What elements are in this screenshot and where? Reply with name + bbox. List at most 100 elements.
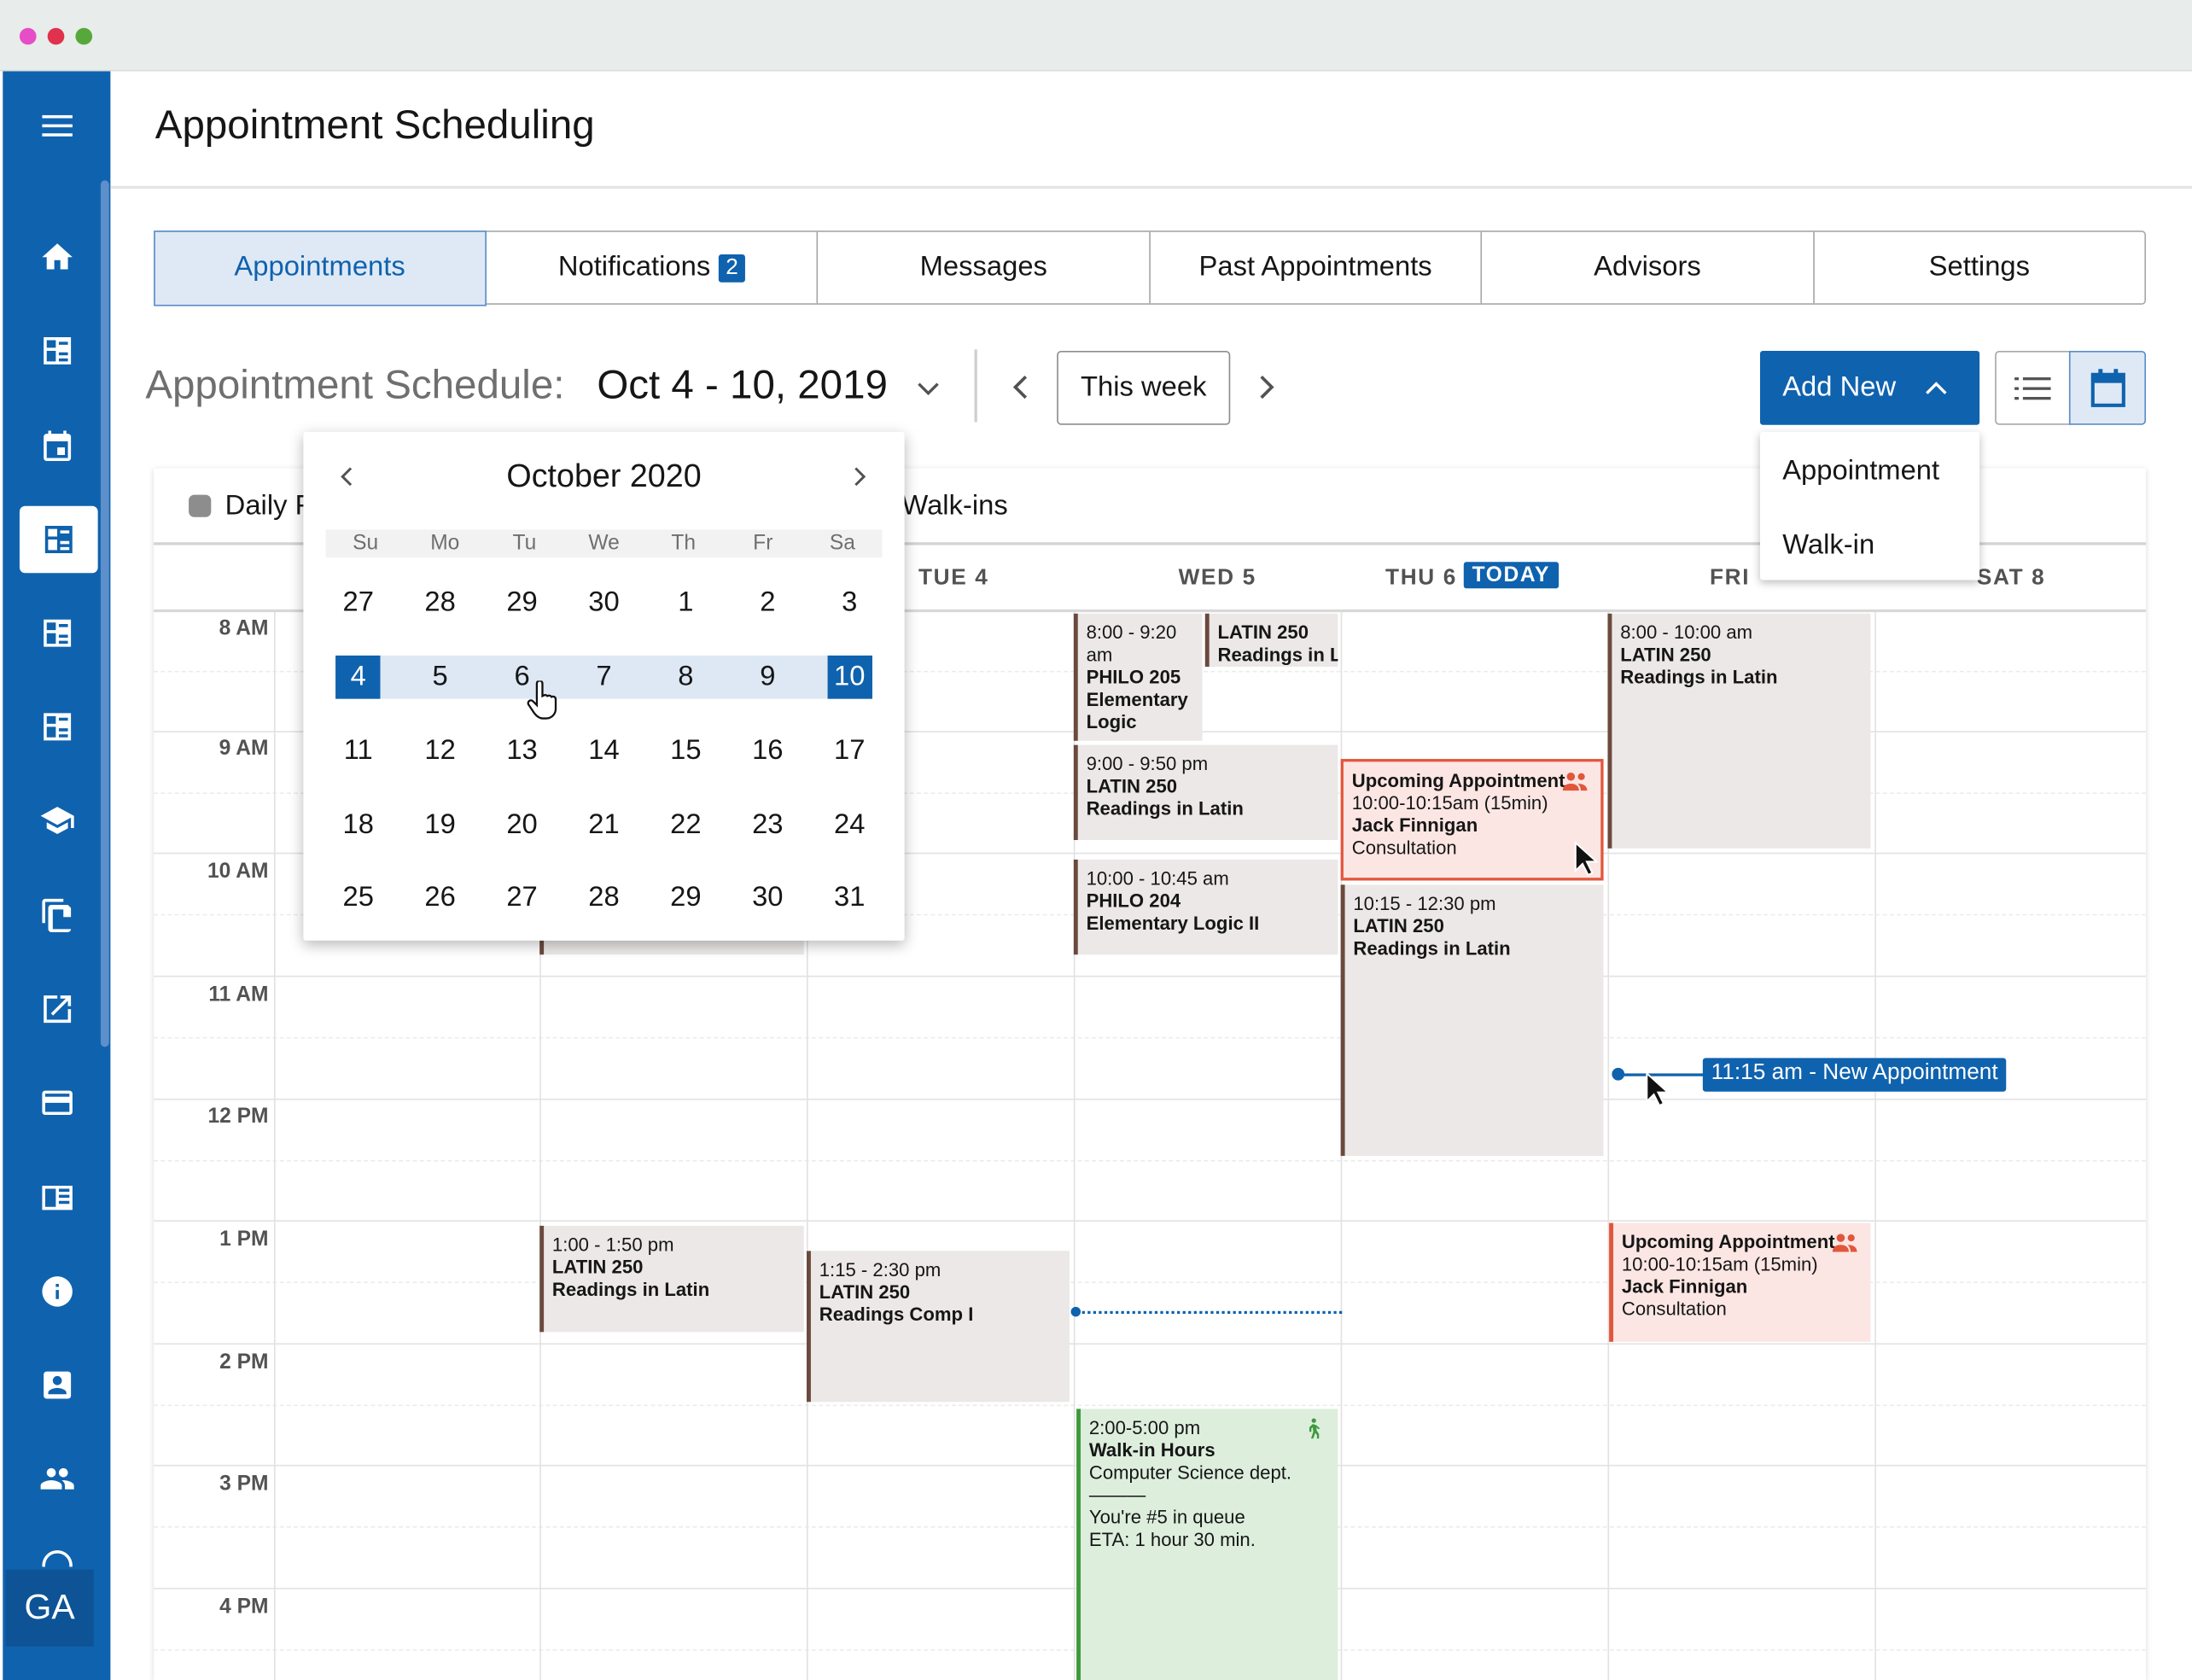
date-cell[interactable]: 22 [644,800,726,850]
event-fri-upcoming-appointment[interactable]: Upcoming Appointment 10:00-10:15am (15mi… [1609,1222,1871,1342]
date-cell[interactable]: 17 [808,726,890,776]
tab-messages[interactable]: Messages [819,231,1151,304]
date-cell[interactable]: 20 [481,800,563,850]
maximize-window-button[interactable] [75,27,93,45]
date-cell[interactable]: 1 [644,577,726,627]
date-cell[interactable]: 27 [481,872,563,923]
event-wed-philo204[interactable]: 10:00 - 10:45 am PHILO 204 Elementary Lo… [1073,859,1338,955]
event-wed-walkin-hours[interactable]: 2:00-5:00 pm Walk-in Hours Computer Scie… [1076,1409,1338,1680]
date-cell[interactable]: 2 [726,577,808,627]
graduation-cap-icon[interactable] [3,792,110,848]
chevron-left-icon[interactable] [337,465,357,487]
day-header-thu[interactable]: THU 6 [1385,566,1457,591]
date-cell[interactable]: 23 [726,800,808,850]
event-thu-latin250[interactable]: 10:15 - 12:30 pm LATIN 250 Readings in L… [1340,884,1604,1157]
date-cell[interactable]: 25 [318,872,399,923]
tab-past-appointments[interactable]: Past Appointments [1151,231,1483,304]
calendar-icon[interactable] [3,418,110,474]
event-tue-latin250[interactable]: 1:15 - 2:30 pm LATIN 250 Readings Comp I [807,1251,1070,1403]
date-cell[interactable]: 14 [563,726,645,776]
book-icon[interactable] [3,1170,110,1225]
date-cell[interactable]: 19 [399,800,481,850]
date-picker-week: 27 28 29 30 1 2 3 [318,577,890,627]
sidebar-item-appointments[interactable] [19,505,98,574]
event-wed-philo205[interactable]: 8:00 - 9:20 am PHILO 205 Elementary Logi… [1073,613,1203,741]
contact-card-icon[interactable] [3,1357,110,1413]
info-icon[interactable] [3,1263,110,1319]
date-cell[interactable]: 12 [399,726,481,776]
event-title: Readings in Latin [1620,666,1778,688]
date-cell[interactable]: 15 [644,726,726,776]
event-fri-latin250[interactable]: 8:00 - 10:00 am LATIN 250 Readings in La… [1607,613,1871,849]
avatar[interactable]: GA [5,1569,94,1647]
date-cell[interactable]: 30 [563,577,645,627]
date-cell[interactable]: 26 [399,872,481,923]
event-wed-latin250-short[interactable]: LATIN 250 Readings in L [1204,613,1338,667]
day-header-fri[interactable]: FRI [1710,566,1750,591]
day-header-wed[interactable]: WED 5 [1179,566,1256,591]
help-icon[interactable] [3,1547,110,1567]
menu-icon[interactable] [3,98,110,154]
date-range-selector[interactable]: Oct 4 - 10, 2019 [597,364,888,410]
dashboard-icon[interactable] [3,323,110,378]
chevron-right-icon[interactable] [850,465,870,487]
minimize-window-button[interactable] [47,27,65,45]
date-cell[interactable]: 27 [318,577,399,627]
legend-walkins[interactable]: Walk-ins [901,491,1007,523]
dashboard-icon[interactable] [3,605,110,661]
date-cell[interactable]: 6 [481,651,563,702]
tab-advisors[interactable]: Advisors [1482,231,1815,304]
documents-icon[interactable] [3,888,110,943]
sidebar-scrollbar[interactable] [100,180,109,1047]
credit-card-icon[interactable] [3,1075,110,1130]
date-cell[interactable]: 10 [808,651,890,702]
date-cell[interactable]: 9 [726,651,808,702]
date-label: 12 [424,734,456,766]
date-cell[interactable]: 13 [481,726,563,776]
event-course: LATIN 250 [1620,644,1711,666]
list-view-button[interactable] [1995,350,2071,425]
new-appointment-label[interactable]: 11:15 am - New Appointment [1702,1058,2007,1092]
grid-line [154,1343,2147,1345]
menu-item-appointment[interactable]: Appointment [1782,456,1939,488]
date-cell[interactable]: 8 [644,651,726,702]
date-cell[interactable]: 3 [808,577,890,627]
date-cell[interactable]: 30 [726,872,808,923]
chevron-down-icon[interactable] [916,376,941,400]
close-window-button[interactable] [19,27,37,45]
date-cell[interactable]: 18 [318,800,399,850]
hour-label: 8 AM [219,616,269,640]
tab-notifications[interactable]: Notifications 2 [487,231,819,304]
chevron-right-icon[interactable] [1252,372,1280,403]
legend-daily[interactable]: Daily F [225,491,312,523]
day-header-sat[interactable]: SAT 8 [1977,566,2046,591]
date-cell[interactable]: 28 [563,872,645,923]
date-cell[interactable]: 11 [318,726,399,776]
date-cell[interactable]: 21 [563,800,645,850]
tab-settings[interactable]: Settings [1814,232,2144,304]
date-cell[interactable]: 29 [481,577,563,627]
date-cell[interactable]: 31 [808,872,890,923]
event-time: 1:15 - 2:30 pm [819,1259,942,1280]
home-icon[interactable] [3,230,110,285]
date-cell[interactable]: 16 [726,726,808,776]
day-header-tue[interactable]: TUE 4 [918,566,988,591]
date-cell[interactable]: 5 [399,651,481,702]
date-cell[interactable]: 24 [808,800,890,850]
event-thu-upcoming-appointment[interactable]: Upcoming Appointment 10:00-10:15am (15mi… [1340,759,1604,881]
tab-appointments[interactable]: Appointments [153,230,487,306]
date-cell[interactable]: 4 [318,651,399,702]
menu-item-walk-in[interactable]: Walk-in [1782,530,1874,563]
external-link-icon[interactable] [3,981,110,1036]
chevron-left-icon[interactable] [1006,372,1035,403]
add-new-button[interactable]: Add New [1759,350,1980,425]
date-cell[interactable]: 29 [644,872,726,923]
group-icon[interactable] [3,1451,110,1507]
event-mon-latin250[interactable]: 1:00 - 1:50 pm LATIN 250 Readings in Lat… [539,1225,804,1333]
date-cell[interactable]: 28 [399,577,481,627]
this-week-button[interactable]: This week [1057,350,1231,425]
event-wed-latin250[interactable]: 9:00 - 9:50 pm LATIN 250 Readings in Lat… [1073,744,1338,841]
date-cell[interactable]: 7 [563,651,645,702]
dashboard-icon[interactable] [3,699,110,755]
calendar-view-button[interactable] [2068,350,2147,425]
